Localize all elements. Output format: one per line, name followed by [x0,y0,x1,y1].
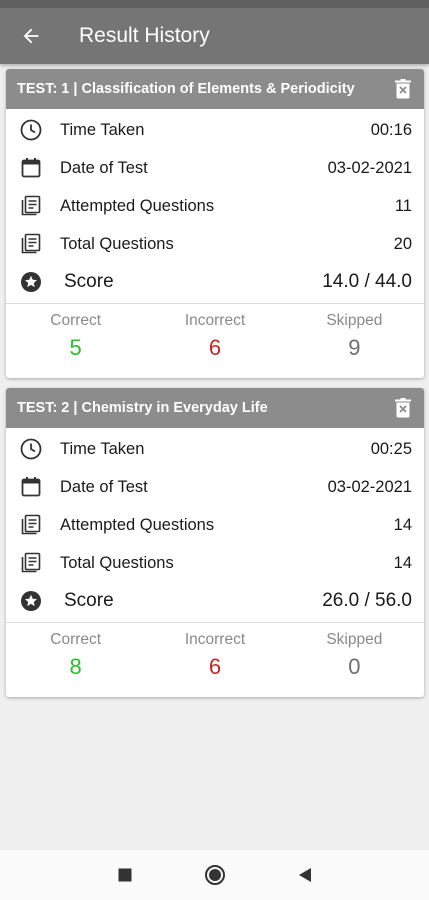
time-taken-row: Time Taken 00:16 [6,111,424,149]
attempted-value: 14 [393,515,412,534]
total-questions-label: Total Questions [60,234,174,253]
questions-icon [18,193,44,219]
delete-button[interactable] [392,397,414,419]
stats-row: Correct 5 Incorrect 6 Skipped 9 [6,304,424,378]
date-value: 03-02-2021 [327,477,412,496]
back-button[interactable] [0,8,62,64]
total-questions-value: 20 [393,234,412,253]
incorrect-label: Incorrect [184,312,246,329]
date-label: Date of Test [60,158,148,177]
score-row: Score 14.0 / 44.0 [6,263,424,301]
correct-count: 8 [69,654,82,679]
status-bar [0,0,429,8]
correct-label: Correct [50,631,102,648]
score-label: Score [64,590,114,611]
time-taken-value: 00:16 [370,120,412,139]
attempted-value: 11 [394,196,412,215]
time-taken-label: Time Taken [60,439,145,458]
questions-icon [18,550,44,576]
stats-row: Correct 8 Incorrect 6 Skipped 0 [6,623,424,697]
star-icon [18,269,44,295]
card-header: TEST: 2 | Chemistry in Everyday Life [6,388,424,428]
time-taken-row: Time Taken 00:25 [6,430,424,468]
attempted-label: Attempted Questions [60,515,215,534]
app-bar: Result History [0,8,429,64]
arrow-back-icon [23,28,39,44]
star-icon [18,588,44,614]
score-row: Score 26.0 / 56.0 [6,582,424,620]
calendar-icon [18,155,44,181]
correct-stat: Correct 8 [6,623,145,697]
attempted-row: Attempted Questions 11 [6,187,424,225]
delete-icon [395,79,411,99]
incorrect-count: 6 [208,654,222,679]
calendar-icon [18,474,44,500]
result-card: TEST: 2 | Chemistry in Everyday Life Tim… [6,388,424,697]
skipped-stat: Skipped 9 [285,304,424,378]
questions-icon [18,231,44,257]
correct-label: Correct [50,312,102,329]
home-button[interactable] [170,850,260,900]
skipped-label: Skipped [326,631,383,648]
total-questions-row: Total Questions 14 [6,544,424,582]
correct-count: 5 [69,335,82,360]
incorrect-count: 6 [208,335,222,360]
back-nav-button[interactable] [260,850,350,900]
total-questions-row: Total Questions 20 [6,225,424,263]
incorrect-label: Incorrect [184,631,246,648]
delete-icon [395,398,411,418]
time-taken-value: 00:25 [370,439,412,458]
test-title: TEST: 1 | Classification of Elements & P… [17,81,355,97]
questions-icon [18,512,44,538]
total-questions-label: Total Questions [60,553,174,572]
test-title: TEST: 2 | Chemistry in Everyday Life [17,400,268,416]
recents-button[interactable] [80,850,170,900]
date-label: Date of Test [60,477,148,496]
time-taken-label: Time Taken [60,120,145,139]
result-list[interactable]: TEST: 1 | Classification of Elements & P… [0,64,429,850]
triangle-back-icon [298,868,311,882]
system-nav-bar [0,850,429,900]
result-card: TEST: 1 | Classification of Elements & P… [6,69,424,378]
score-value: 26.0 / 56.0 [322,590,412,611]
circle-icon [204,865,225,885]
incorrect-stat: Incorrect 6 [145,623,284,697]
clock-icon [18,436,44,462]
attempted-row: Attempted Questions 14 [6,506,424,544]
date-value: 03-02-2021 [327,158,412,177]
date-row: Date of Test 03-02-2021 [6,468,424,506]
score-label: Score [64,271,114,292]
skipped-count: 9 [348,335,361,360]
skipped-count: 0 [348,654,361,679]
score-value: 14.0 / 44.0 [322,271,412,292]
attempted-label: Attempted Questions [60,196,215,215]
card-header: TEST: 1 | Classification of Elements & P… [6,69,424,109]
delete-button[interactable] [392,78,414,100]
skipped-label: Skipped [326,312,383,329]
date-row: Date of Test 03-02-2021 [6,149,424,187]
square-icon [118,868,131,882]
clock-icon [18,117,44,143]
page-title: Result History [79,24,210,47]
total-questions-value: 14 [393,553,412,572]
correct-stat: Correct 5 [6,304,145,378]
skipped-stat: Skipped 0 [285,623,424,697]
incorrect-stat: Incorrect 6 [145,304,284,378]
